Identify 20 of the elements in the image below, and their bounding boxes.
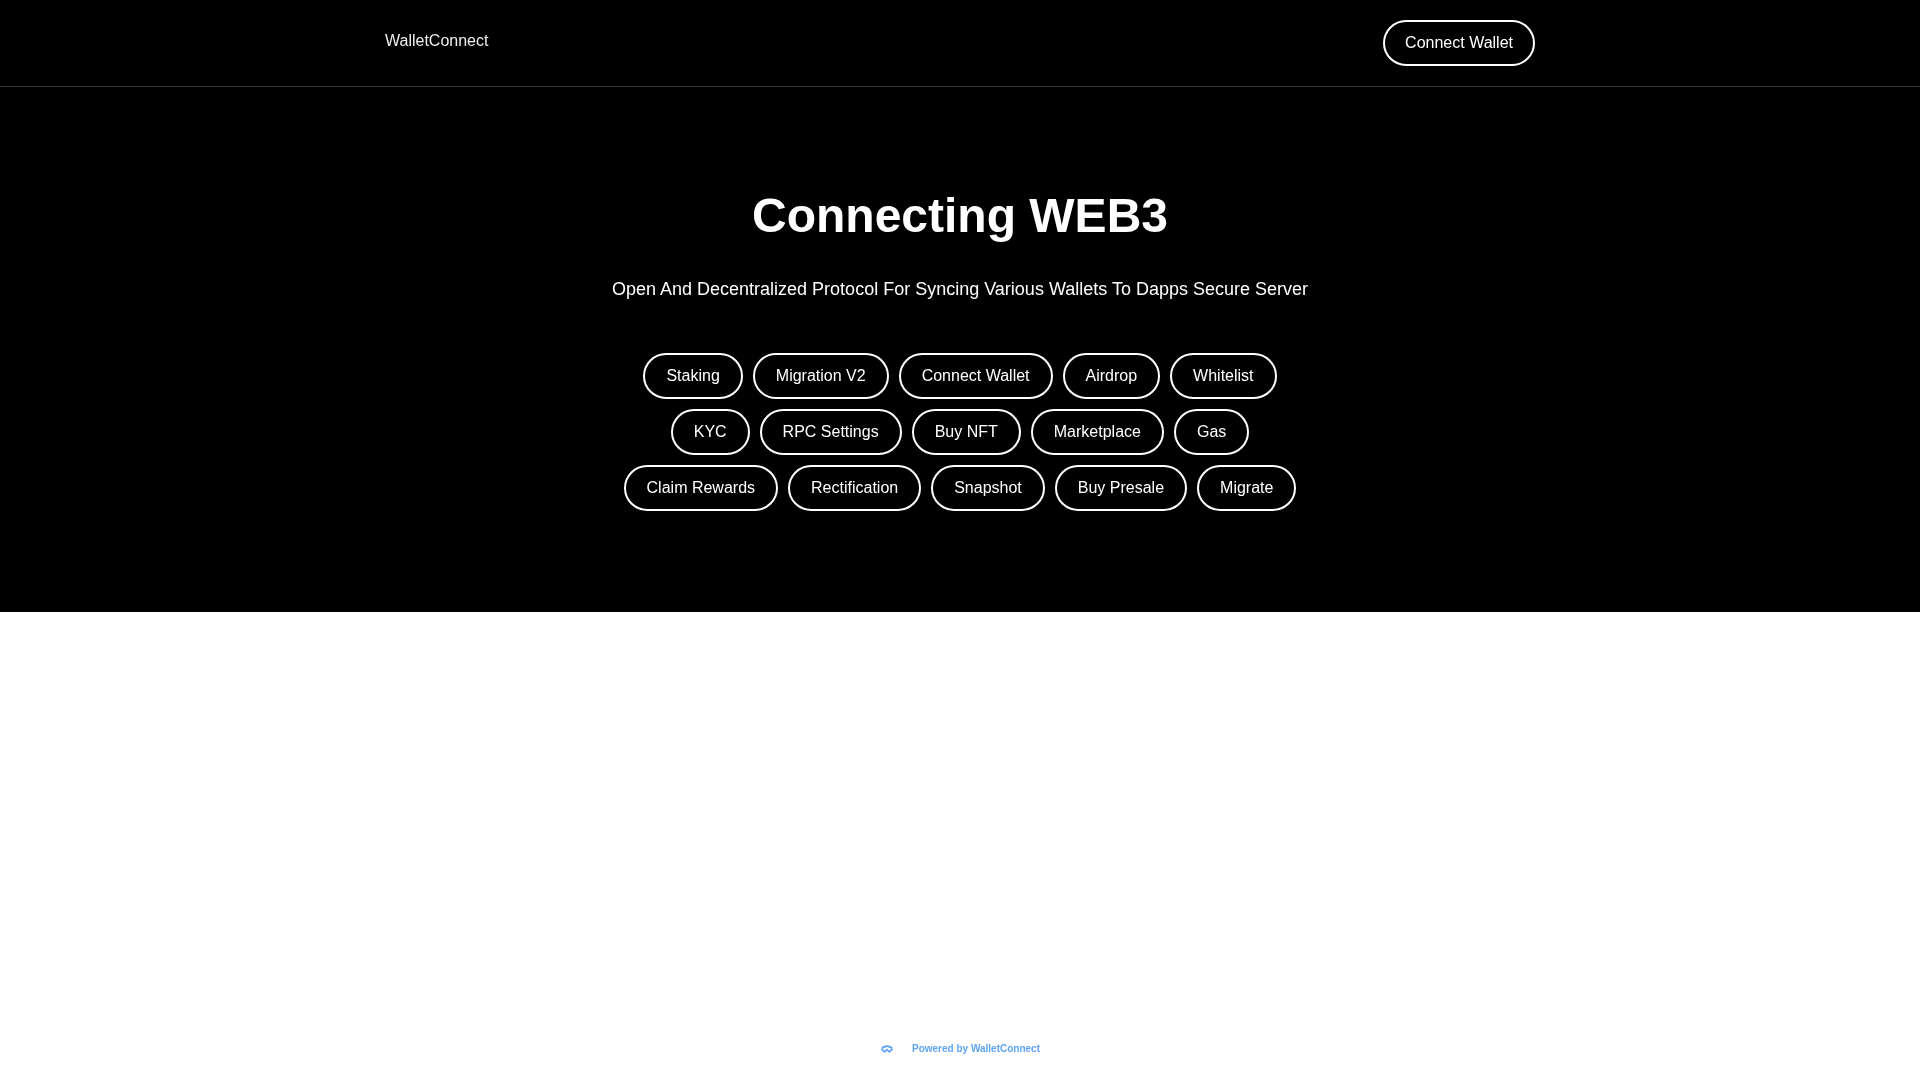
action-button[interactable]: Gas bbox=[1173, 409, 1250, 455]
action-button[interactable]: Staking bbox=[643, 353, 743, 399]
action-button[interactable]: Connect Wallet bbox=[898, 353, 1053, 399]
logo-text: WalletConnect bbox=[385, 32, 489, 50]
action-button[interactable]: KYC bbox=[670, 409, 750, 455]
action-button[interactable]: Whitelist bbox=[1170, 353, 1277, 399]
hero-subtitle: Open And Decentralized Protocol For Syncing Various Wallets To Dapps Secure Server bbox=[612, 279, 1308, 300]
action-button[interactable]: Claim Rewards bbox=[623, 465, 779, 511]
action-button[interactable]: Airdrop bbox=[1062, 353, 1161, 399]
action-button[interactable]: Marketplace bbox=[1030, 409, 1164, 455]
action-button[interactable]: Snapshot bbox=[931, 465, 1045, 511]
action-button[interactable]: Migrate bbox=[1197, 465, 1297, 511]
hero-title: Connecting WEB3 bbox=[752, 188, 1168, 244]
action-button[interactable]: Buy Presale bbox=[1054, 465, 1188, 511]
action-button[interactable]: Rectification bbox=[788, 465, 922, 511]
connect-wallet-button[interactable]: Connect Wallet bbox=[1383, 20, 1535, 66]
action-button[interactable]: Buy NFT bbox=[911, 409, 1021, 455]
action-button[interactable]: RPC Settings bbox=[759, 409, 902, 455]
wave-logo-icon bbox=[880, 1044, 894, 1053]
action-button[interactable]: Migration V2 bbox=[752, 353, 889, 399]
